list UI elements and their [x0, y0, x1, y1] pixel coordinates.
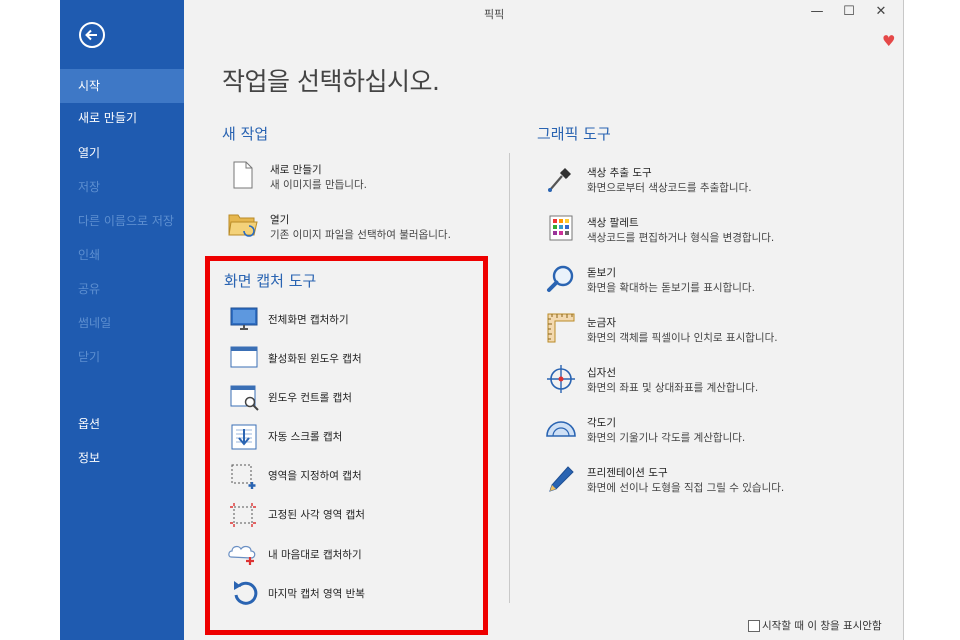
graphics-ruler-desc: 화면의 객체를 픽셀이나 인치로 표시합니다. [587, 332, 778, 344]
dont-show-checkbox[interactable] [748, 620, 760, 632]
heart-icon[interactable]: ♥ [882, 32, 895, 50]
graphics-crosshair-desc: 화면의 좌표 및 상대좌표를 계산합니다. [587, 382, 759, 394]
graphics-color-palette-title[interactable]: 색상 팔레트 [587, 215, 639, 230]
protractor-icon[interactable] [545, 418, 577, 438]
crosshair-icon[interactable] [546, 364, 576, 394]
capture-tools-highlight [205, 256, 488, 635]
sidebar-item-close: 닫기 [78, 350, 101, 364]
pen-icon[interactable] [546, 464, 576, 494]
sidebar-item-options[interactable]: 옵션 [60, 407, 184, 441]
color-picker-icon[interactable] [546, 164, 574, 194]
window-title: 픽픽 [484, 8, 505, 21]
new-file-title[interactable]: 새로 만들기 [270, 162, 322, 177]
sidebar: 시작 새로 만들기 열기 저장 다른 이름으로 저장 인쇄 공유 썸네일 닫기 … [60, 0, 184, 640]
dont-show-label[interactable]: 시작할 때 이 창을 표시안함 [762, 618, 882, 633]
new-file-icon[interactable] [232, 161, 254, 189]
sidebar-item-save: 저장 [78, 180, 101, 194]
magnifier-icon[interactable] [546, 264, 576, 294]
new-file-desc: 새 이미지를 만듭니다. [270, 179, 367, 191]
sidebar-item-thumbnail: 썸네일 [78, 316, 112, 330]
sidebar-item-info[interactable]: 정보 [60, 441, 184, 475]
graphics-magnifier-desc: 화면을 확대하는 돋보기를 표시합니다. [587, 282, 755, 294]
back-button[interactable] [79, 22, 105, 48]
maximize-button[interactable]: ☐ [838, 4, 860, 24]
graphics-magnifier-title[interactable]: 돋보기 [587, 265, 616, 280]
column-divider [509, 153, 510, 603]
graphics-color-picker-desc: 화면으로부터 색상코드를 추출합니다. [587, 182, 752, 194]
open-file-title[interactable]: 열기 [270, 212, 289, 227]
close-button[interactable]: ✕ [870, 4, 892, 24]
sidebar-item-open[interactable]: 열기 [60, 136, 184, 170]
section-graphics-title: 그래픽 도구 [537, 125, 611, 143]
graphics-ruler-title[interactable]: 눈금자 [587, 315, 616, 330]
open-file-desc: 기존 이미지 파일을 선택하여 불러옵니다. [270, 229, 451, 241]
page-title: 작업을 선택하십시오. [222, 67, 440, 96]
minimize-button[interactable]: — [806, 4, 828, 24]
sidebar-item-print: 인쇄 [78, 248, 101, 262]
graphics-protractor-title[interactable]: 각도기 [587, 415, 616, 430]
arrow-left-icon [85, 29, 97, 41]
graphics-color-picker-title[interactable]: 색상 추출 도구 [587, 165, 652, 180]
sidebar-item-share: 공유 [78, 282, 101, 296]
graphics-presentation-desc: 화면에 선이나 도형을 직접 그릴 수 있습니다. [587, 482, 785, 494]
open-folder-icon[interactable] [228, 211, 258, 237]
sidebar-item-save-as: 다른 이름으로 저장 [78, 214, 174, 228]
sidebar-item-start[interactable]: 시작 [60, 69, 184, 103]
ruler-icon[interactable] [547, 313, 575, 343]
graphics-protractor-desc: 화면의 기울기나 각도를 계산합니다. [587, 432, 746, 444]
graphics-color-palette-desc: 색상코드를 편집하거나 형식을 변경합니다. [587, 232, 775, 244]
sidebar-item-new[interactable]: 새로 만들기 [60, 101, 184, 135]
graphics-presentation-title[interactable]: 프리젠테이션 도구 [587, 465, 668, 480]
graphics-crosshair-title[interactable]: 십자선 [587, 365, 616, 380]
section-new-task-title: 새 작업 [222, 125, 269, 143]
color-palette-icon[interactable] [549, 215, 573, 241]
